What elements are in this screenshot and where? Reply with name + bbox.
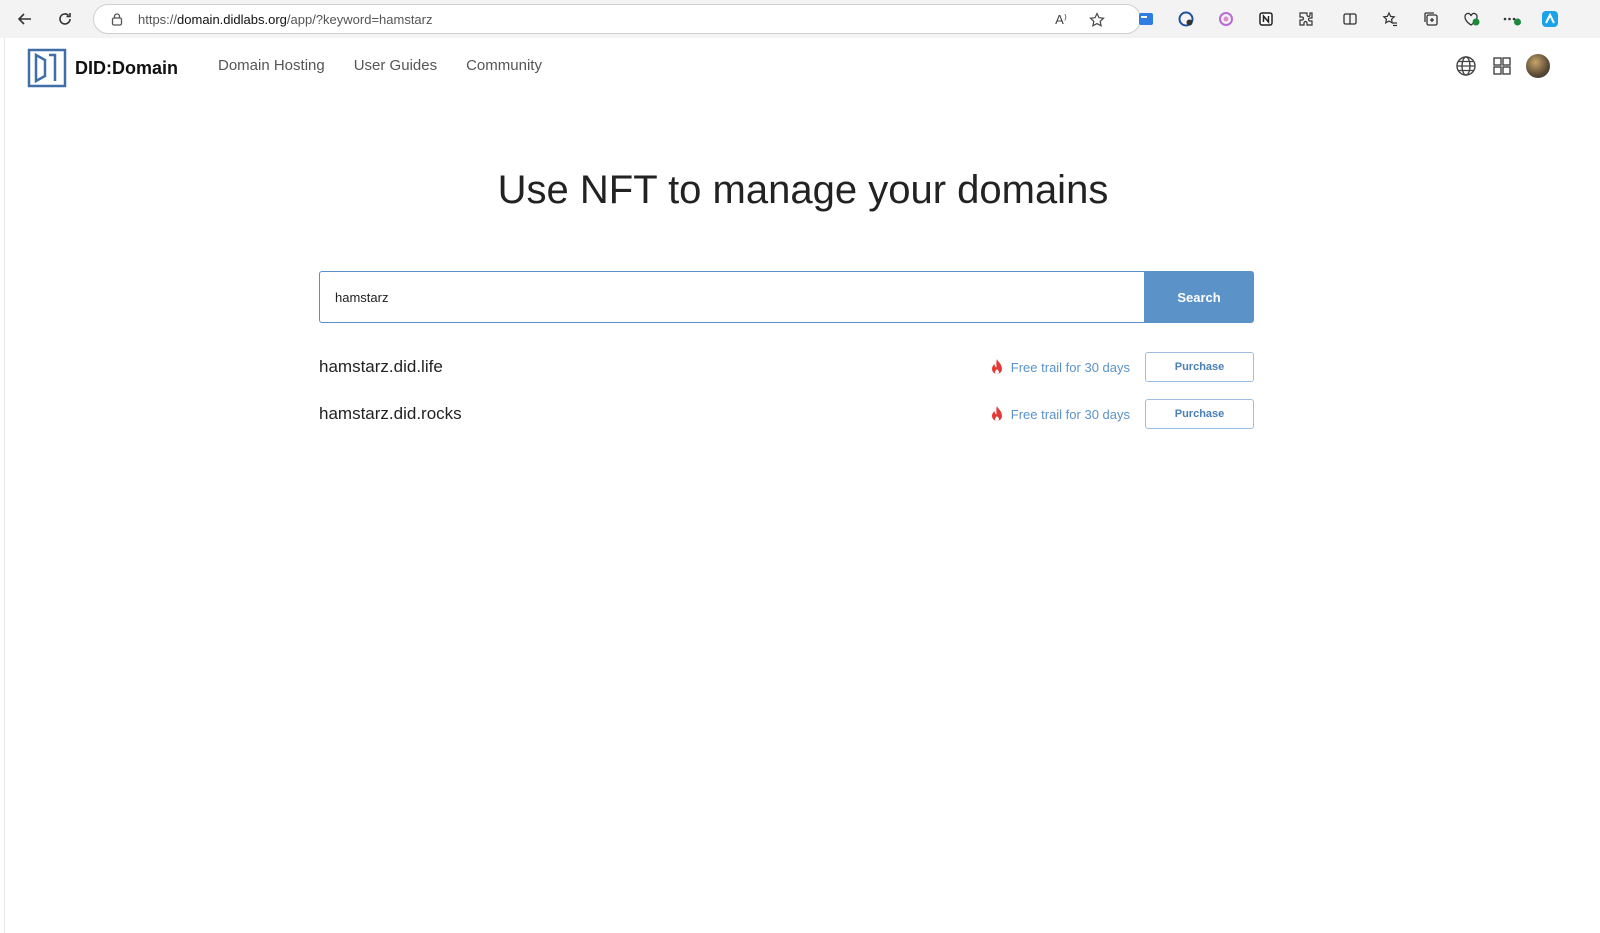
- extension-tab-icon[interactable]: [1136, 9, 1156, 29]
- url-prefix: https://: [138, 12, 178, 27]
- split-screen-icon[interactable]: [1340, 9, 1360, 29]
- search-button[interactable]: Search: [1144, 271, 1254, 323]
- fire-icon: [991, 359, 1002, 374]
- did-logo-icon: [27, 48, 67, 88]
- page: DID:Domain Domain Hosting User Guides Co…: [4, 38, 1600, 933]
- fire-icon: [991, 406, 1002, 421]
- refresh-icon[interactable]: [54, 8, 76, 30]
- result-row: hamstarz.did.rocks Free trail for 30 day…: [319, 399, 1254, 429]
- result-domain: hamstarz.did.life: [319, 357, 443, 376]
- collections-icon[interactable]: [1421, 9, 1441, 29]
- back-icon[interactable]: [14, 8, 36, 30]
- url-text: https://domain.didlabs.org/app/?keyword=…: [138, 12, 433, 27]
- search-results: hamstarz.did.life Free trail for 30 days…: [319, 352, 1254, 446]
- read-aloud-icon[interactable]: A⁾: [1052, 11, 1070, 29]
- result-row: hamstarz.did.life Free trail for 30 days…: [319, 352, 1254, 382]
- free-trial-badge: Free trail for 30 days: [989, 358, 1130, 376]
- site-logo[interactable]: DID:Domain: [27, 48, 178, 88]
- apps-grid-icon[interactable]: [1490, 54, 1514, 78]
- language-globe-icon[interactable]: [1454, 54, 1478, 78]
- address-bar[interactable]: https://domain.didlabs.org/app/?keyword=…: [93, 4, 1141, 34]
- notion-icon[interactable]: [1256, 9, 1276, 29]
- copilot-icon[interactable]: [1540, 9, 1560, 29]
- extensions-puzzle-icon[interactable]: [1296, 9, 1316, 29]
- lock-icon: [110, 12, 124, 26]
- extension-password-icon[interactable]: [1176, 9, 1196, 29]
- extension-ai-icon[interactable]: [1216, 9, 1236, 29]
- nav-community[interactable]: Community: [466, 57, 542, 74]
- favorites-icon[interactable]: [1380, 9, 1400, 29]
- result-domain: hamstarz.did.rocks: [319, 404, 462, 423]
- top-nav: Domain Hosting User Guides Community: [218, 57, 571, 74]
- user-avatar[interactable]: [1526, 54, 1550, 78]
- browser-essentials-icon[interactable]: [1462, 9, 1482, 29]
- url-path: /app/?keyword=hamstarz: [286, 12, 433, 27]
- url-host: domain.didlabs.org: [177, 12, 287, 27]
- browser-toolbar: https://domain.didlabs.org/app/?keyword=…: [0, 0, 1600, 38]
- more-options-icon[interactable]: [1502, 9, 1522, 29]
- header-actions: [1442, 54, 1550, 78]
- hero-title: Use NFT to manage your domains: [497, 168, 1109, 212]
- free-trial-badge: Free trail for 30 days: [989, 405, 1130, 423]
- domain-search: Search: [319, 271, 1254, 323]
- purchase-button[interactable]: Purchase: [1145, 352, 1254, 382]
- trial-text: Free trail for 30 days: [1010, 359, 1130, 375]
- favorite-star-icon[interactable]: [1088, 11, 1106, 29]
- avatar-image: [1526, 54, 1550, 78]
- nav-domain-hosting[interactable]: Domain Hosting: [218, 57, 325, 74]
- nav-user-guides[interactable]: User Guides: [354, 57, 437, 74]
- site-name: DID:Domain: [75, 57, 178, 78]
- search-input[interactable]: [319, 271, 1144, 323]
- purchase-button[interactable]: Purchase: [1145, 399, 1254, 429]
- trial-text: Free trail for 30 days: [1010, 406, 1130, 422]
